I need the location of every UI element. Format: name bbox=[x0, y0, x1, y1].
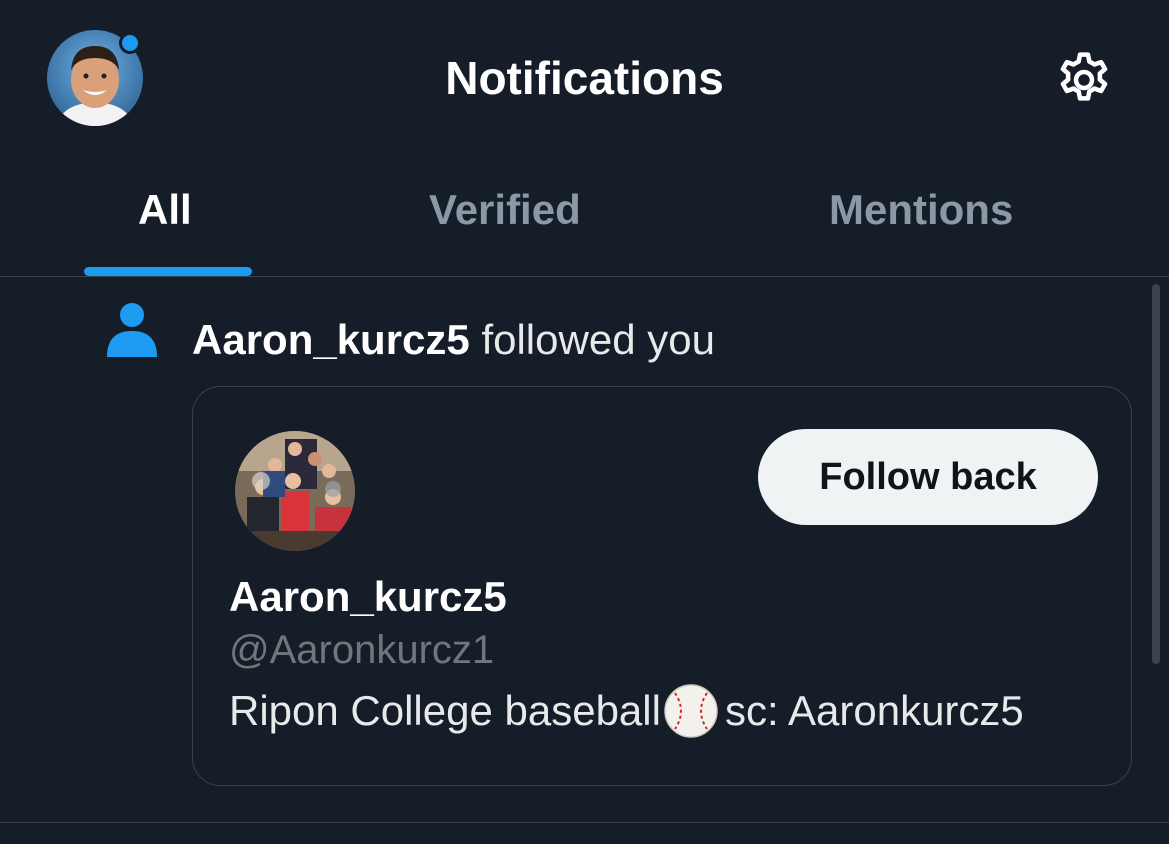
user-card-avatar[interactable] bbox=[235, 431, 355, 551]
person-icon bbox=[107, 303, 157, 357]
follow-back-button[interactable]: Follow back bbox=[758, 429, 1098, 525]
group-photo-icon bbox=[235, 431, 355, 551]
notification-action: followed you bbox=[481, 316, 715, 363]
baseball-emoji-icon bbox=[664, 684, 718, 738]
scrollbar[interactable] bbox=[1152, 284, 1160, 664]
gear-icon bbox=[1060, 52, 1108, 101]
active-tab-indicator bbox=[84, 267, 252, 276]
tab-all[interactable]: All bbox=[138, 180, 192, 240]
header: Notifications bbox=[0, 0, 1169, 150]
tab-verified[interactable]: Verified bbox=[429, 180, 581, 240]
user-bio: Ripon College baseball sc: Aaronkurcz5 bbox=[229, 683, 1024, 739]
tab-mentions[interactable]: Mentions bbox=[829, 180, 1013, 240]
settings-button[interactable] bbox=[1052, 48, 1116, 112]
user-display-name[interactable]: Aaron_kurcz5 bbox=[229, 569, 507, 625]
bio-text-after: sc: Aaronkurcz5 bbox=[724, 687, 1024, 734]
notification-username[interactable]: Aaron_kurcz5 bbox=[192, 316, 470, 363]
bio-text-before: Ripon College baseball bbox=[229, 687, 661, 734]
tab-bar: All Verified Mentions bbox=[0, 150, 1169, 276]
notifications-screen: Notifications All Verified Mentions Aaro… bbox=[0, 0, 1169, 844]
user-card[interactable]: Follow back Aaron_kurcz5 @Aaronkurcz1 Ri… bbox=[192, 386, 1132, 786]
user-handle: @Aaronkurcz1 bbox=[229, 628, 495, 672]
bottom-divider bbox=[0, 822, 1169, 823]
tabs-divider bbox=[0, 276, 1169, 277]
page-title: Notifications bbox=[445, 52, 724, 104]
notification-text: Aaron_kurcz5 followed you bbox=[192, 312, 715, 368]
